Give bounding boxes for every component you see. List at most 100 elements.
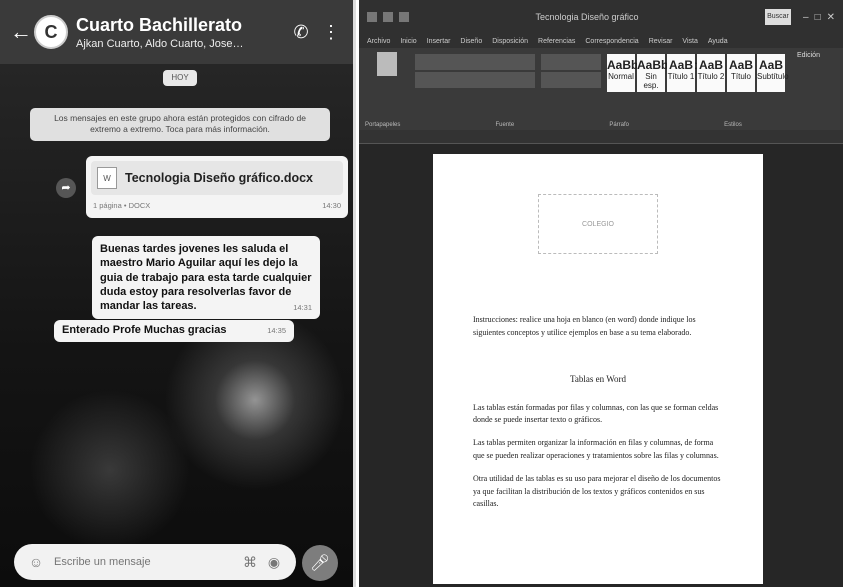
style-sample: AaB [728, 58, 753, 72]
tab-disposicion[interactable]: Disposición [492, 38, 528, 45]
minimize-icon[interactable]: – [803, 12, 809, 23]
instructions-paragraph: Instrucciones: realice una hoja en blanc… [473, 315, 696, 337]
body-paragraph-3: Otra utilidad de las tablas es su uso pa… [473, 473, 721, 509]
tab-vista[interactable]: Vista [682, 38, 697, 45]
document-message[interactable]: W Tecnologia Diseño gráfico.docx 1 págin… [86, 156, 348, 218]
document-page[interactable]: COLEGIO Instrucciones: realice una hoja … [433, 154, 763, 584]
group-members: Ajkan Cuarto, Aldo Cuarto, Jose… [76, 37, 244, 50]
forward-icon[interactable]: ➦ [56, 178, 76, 198]
tab-insertar[interactable]: Insertar [427, 38, 451, 45]
tab-correspondencia[interactable]: Correspondencia [585, 38, 638, 45]
close-icon[interactable]: ✕ [827, 12, 835, 23]
tab-diseno[interactable]: Diseño [460, 38, 482, 45]
ruler[interactable] [359, 130, 843, 144]
quick-access-toolbar [367, 12, 409, 22]
style-no-spacing[interactable]: AaBbCcDdSin esp. [637, 54, 700, 92]
style-normal[interactable]: AaBbCcDdNormal [607, 54, 670, 92]
message-input-bar: ☺ ⌘ ◉ [14, 544, 296, 580]
chat-header-text[interactable]: Cuarto Bachillerato Ajkan Cuarto, Aldo C… [76, 15, 286, 50]
reply-time: 14:35 [267, 326, 286, 335]
undo-icon[interactable] [383, 12, 393, 22]
tab-archivo[interactable]: Archivo [367, 38, 390, 45]
save-icon[interactable] [367, 12, 377, 22]
body-paragraph-1: Las tablas están formadas por filas y co… [473, 402, 719, 425]
style-sample: AaB [698, 58, 723, 72]
document-name: Tecnologia Diseño gráfico.docx [125, 171, 313, 185]
logo-text: COLEGIO [582, 220, 614, 228]
style-label: Normal [608, 72, 634, 81]
redo-icon[interactable] [399, 12, 409, 22]
reply-text: Enterado Profe Muchas gracias [62, 324, 227, 336]
document-heading: Tablas en Word [570, 373, 626, 384]
style-label: Título 2 [697, 72, 725, 81]
style-subtitle[interactable]: AaB Subtítulo [757, 54, 789, 92]
style-heading-2[interactable]: AaB Título 2 [697, 54, 725, 92]
style-sample: AaB [668, 58, 693, 72]
document-card[interactable]: W Tecnologia Diseño gráfico.docx [91, 161, 343, 195]
style-sample: AaBbCcDd [637, 58, 700, 72]
style-title[interactable]: AaB Título [727, 54, 755, 92]
font-group [415, 52, 535, 126]
camera-icon[interactable]: ◉ [262, 554, 286, 571]
document-icon: W [97, 167, 117, 189]
font-name-select[interactable] [415, 54, 535, 70]
group-label-styles: Estilos [724, 122, 742, 128]
styles-gallery: AaBbCcDdNormal AaBbCcDdSin esp. AaBTítul… [607, 54, 789, 126]
group-title: Cuarto Bachillerato [76, 14, 243, 35]
chat-header: ← C Cuarto Bachillerato Ajkan Cuarto, Al… [0, 0, 353, 64]
message-time: 14:31 [293, 303, 312, 313]
mic-icon: 🎤︎ [309, 555, 331, 572]
emoji-icon[interactable]: ☺ [24, 554, 48, 570]
screen: ← C Cuarto Bachillerato Ajkan Cuarto, Al… [0, 0, 843, 587]
list-buttons[interactable] [541, 54, 601, 70]
paragraph-group [541, 52, 601, 126]
clipboard-group [365, 52, 409, 126]
chat-window: ← C Cuarto Bachillerato Ajkan Cuarto, Al… [0, 0, 356, 587]
tab-revisar[interactable]: Revisar [649, 38, 673, 45]
more-options-icon[interactable]: ⋮ [316, 22, 346, 43]
style-label: Título 1 [667, 72, 695, 81]
mic-button[interactable]: 🎤︎ [302, 545, 338, 581]
document-area[interactable]: COLEGIO Instrucciones: realice una hoja … [359, 144, 843, 587]
body-paragraph-2: Las tablas permiten organizar la informa… [473, 438, 719, 460]
group-label-paragraph: Párrafo [609, 122, 630, 128]
search-box[interactable]: Buscar [765, 9, 791, 25]
maximize-icon[interactable]: □ [815, 12, 821, 23]
editing-group[interactable]: Edición [797, 52, 837, 126]
text-message[interactable]: Buenas tardes jovenes les saluda el maes… [92, 236, 320, 320]
style-sample: AaBbCcDd [607, 58, 670, 72]
style-heading-1[interactable]: AaB Título 1 [667, 54, 695, 92]
date-chip: HOY [163, 70, 197, 86]
ribbon-tabs: Archivo Inicio Insertar Diseño Disposici… [359, 34, 843, 48]
encryption-notice[interactable]: Los mensajes en este grupo ahora están p… [30, 108, 330, 141]
style-label: Título [730, 72, 751, 81]
document-meta: 1 página • DOCX [93, 201, 151, 210]
attach-icon[interactable]: ⌘ [238, 554, 262, 571]
add-call-icon[interactable]: ✆ [286, 22, 316, 43]
style-label: Subtítulo [757, 72, 789, 81]
group-avatar[interactable]: C [34, 15, 68, 49]
school-logo: COLEGIO [538, 194, 658, 254]
style-sample: AaB [758, 58, 783, 72]
message-text: Buenas tardes jovenes les saluda el maes… [100, 243, 312, 313]
ribbon-group-labels: Portapapeles Fuente Párrafo Estilos [365, 122, 837, 128]
style-label: Sin esp. [643, 72, 659, 90]
align-buttons[interactable] [541, 72, 601, 88]
editing-label: Edición [797, 52, 820, 59]
document-title: Tecnologia Diseño gráfico [535, 12, 639, 22]
tab-referencias[interactable]: Referencias [538, 38, 575, 45]
paste-icon[interactable] [377, 52, 397, 76]
title-bar: Tecnologia Diseño gráfico Buscar – □ ✕ [359, 0, 843, 34]
ribbon: AaBbCcDdNormal AaBbCcDdSin esp. AaBTítul… [359, 48, 843, 130]
reply-message[interactable]: Enterado Profe Muchas gracias 14:35 [54, 320, 294, 342]
document-time: 14:30 [322, 201, 341, 210]
font-format-buttons[interactable] [415, 72, 535, 88]
word-window: Tecnologia Diseño gráfico Buscar – □ ✕ A… [359, 0, 843, 587]
tab-inicio[interactable]: Inicio [400, 38, 416, 45]
group-label-clipboard: Portapapeles [365, 122, 401, 128]
document-meta-row: 1 página • DOCX 14:30 [91, 201, 343, 210]
tab-ayuda[interactable]: Ayuda [708, 38, 728, 45]
group-label-font: Fuente [495, 122, 515, 128]
message-input[interactable] [54, 556, 238, 568]
back-arrow-icon[interactable]: ← [10, 19, 32, 45]
